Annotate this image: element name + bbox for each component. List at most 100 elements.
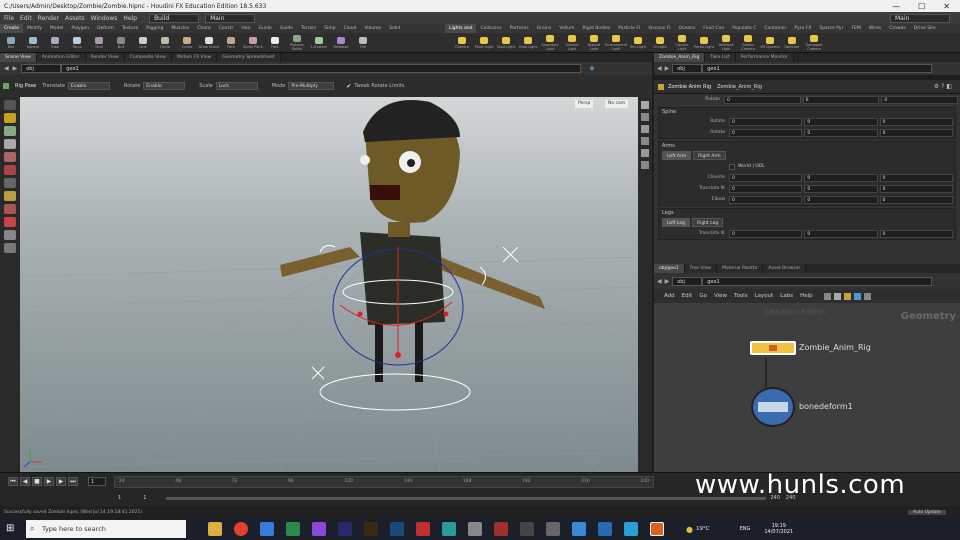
shelf-tool[interactable]: Draw Curve [198,33,220,53]
path-obj[interactable]: obj [21,64,62,73]
back-arrow-icon[interactable]: ◀ [4,65,9,72]
tab-network-geo1[interactable]: obj/geo1 [654,264,685,273]
network-path-geo1[interactable]: geo1 [702,276,933,286]
move-tool-icon[interactable] [4,139,16,149]
menu-assets[interactable]: Assets [65,15,85,22]
network-tool-icon[interactable] [843,292,851,300]
desktop-main-select[interactable]: Main [205,13,256,23]
param-field-z[interactable]: 0 [881,95,959,104]
right-desktop-select[interactable]: Main [890,13,950,23]
app-icon[interactable] [260,522,274,536]
param-field-z[interactable]: 0 [879,229,953,238]
file-explorer-icon[interactable] [208,522,222,536]
network-menu-edit[interactable]: Edit [682,293,693,299]
app-icon[interactable] [416,522,430,536]
play-button[interactable]: ▶ [44,477,54,486]
grid-icon[interactable] [641,161,649,169]
shelf-tool[interactable]: Switcher [781,33,803,53]
end-frame-start-field[interactable]: 1 [143,495,146,501]
shelf-tool[interactable]: Ambient Light [715,33,737,53]
menu-help[interactable]: Help [123,15,137,22]
param-field-x[interactable]: 0 [729,128,803,137]
shelf-tool[interactable]: VR Camera [759,33,781,53]
range-slider[interactable] [166,496,767,500]
app-icon[interactable] [546,522,560,536]
tab-left-leg[interactable]: Left Leg [662,218,690,227]
network-menu-labs[interactable]: Labs [780,293,793,299]
lighting-icon[interactable] [641,137,649,145]
rotate-select[interactable]: Enable [143,82,186,90]
start-frame-field[interactable]: 1 [118,495,121,501]
param-field-x[interactable]: 0 [724,95,801,104]
tab-asset-browser[interactable]: Asset Browser [763,264,807,273]
shading-icon[interactable] [641,125,649,133]
tab-performance-monitor[interactable]: Performance Monitor [735,53,794,62]
persp-menu[interactable]: Persp [575,100,594,108]
shelf-tool[interactable]: Stereo Camera [737,33,759,53]
magnet-icon[interactable] [4,204,16,214]
param-field-z[interactable]: 0 [879,173,953,182]
shelf-tool[interactable]: Distant Light [583,33,605,53]
shelf-tool[interactable]: Area Light [517,33,539,53]
next-key-button[interactable]: ▶ [56,477,66,486]
shelf-tool[interactable]: Line [132,33,154,53]
menu-edit[interactable]: Edit [20,15,32,22]
shelf-tool[interactable]: Environment Light [605,33,627,53]
current-frame-field[interactable]: 1 [88,477,106,486]
rotate-tool-icon[interactable] [4,152,16,162]
shelf-tool[interactable]: Box [0,33,22,53]
app-icon[interactable] [442,522,456,536]
params-gear-icon[interactable]: ⚙?◧ [934,83,954,90]
tab-scene-view[interactable]: Scene View [0,53,37,62]
network-editor[interactable]: Geometry Education Edition Zombie_Anim_R… [654,303,960,472]
network-tool-icon[interactable] [823,292,831,300]
translate-select[interactable]: Enable [67,82,110,90]
temperature[interactable]: 19°C [696,526,710,532]
app-icon[interactable] [572,522,586,536]
param-field-y[interactable]: 0 [804,117,878,126]
param-field-y[interactable]: 0 [804,229,878,238]
camera-menu[interactable]: No cam [605,100,629,108]
pose-tool-icon[interactable] [4,126,16,136]
param-field-y[interactable]: 0 [804,128,878,137]
network-menu-add[interactable]: Add [664,293,675,299]
world-checkbox[interactable] [729,163,735,170]
tab-right-arm[interactable]: Right Arm [693,151,726,160]
params-forward-icon[interactable]: ▶ [665,65,670,72]
node-zombie-anim-rig[interactable] [750,341,796,355]
param-field-x[interactable]: 0 [729,173,803,182]
windows-start-icon[interactable]: ⊞ [6,523,14,534]
param-field-z[interactable]: 0 [879,117,953,126]
network-tool-icon[interactable] [833,292,841,300]
handle-tool-icon[interactable] [4,113,16,123]
network-path-obj[interactable]: obj [672,276,703,286]
houdini-icon[interactable] [650,522,664,536]
menu-windows[interactable]: Windows [91,15,118,22]
param-field-x[interactable]: 0 [729,184,803,193]
shelf-tool[interactable]: Spot Light [495,33,517,53]
tab-right-leg[interactable]: Right Leg [691,218,724,227]
jump-end-button[interactable]: ⏭ [68,477,78,486]
clock-date[interactable]: 14/07/2021 [764,529,793,535]
shelf-tool[interactable]: Circle [154,33,176,53]
network-tool-icon[interactable] [863,292,871,300]
minimize-icon[interactable]: — [892,2,900,11]
display-options-icon[interactable] [641,113,649,121]
network-menu-tools[interactable]: Tools [734,293,748,299]
shelf-tool[interactable]: L-System [308,33,330,53]
shelf-tool[interactable]: File [352,33,374,53]
chrome-icon[interactable] [234,522,248,536]
app-icon[interactable] [494,522,508,536]
premiere-icon[interactable] [338,522,352,536]
param-field-y[interactable]: 0 [802,95,880,104]
shelf-tool[interactable]: Metaball [330,33,352,53]
stop-button[interactable]: ■ [32,477,42,486]
shelf-tool[interactable]: Sphere [22,33,44,53]
params-path-geo1[interactable]: geo1 [702,64,933,73]
tab-render-view[interactable]: Render View [85,53,125,62]
shelf-tool[interactable]: Torus [66,33,88,53]
weather-icon[interactable]: ● [686,525,693,534]
path-geo1[interactable]: geo1 [61,64,582,73]
jump-start-button[interactable]: ⏮ [8,477,18,486]
network-tool-icon[interactable] [853,292,861,300]
